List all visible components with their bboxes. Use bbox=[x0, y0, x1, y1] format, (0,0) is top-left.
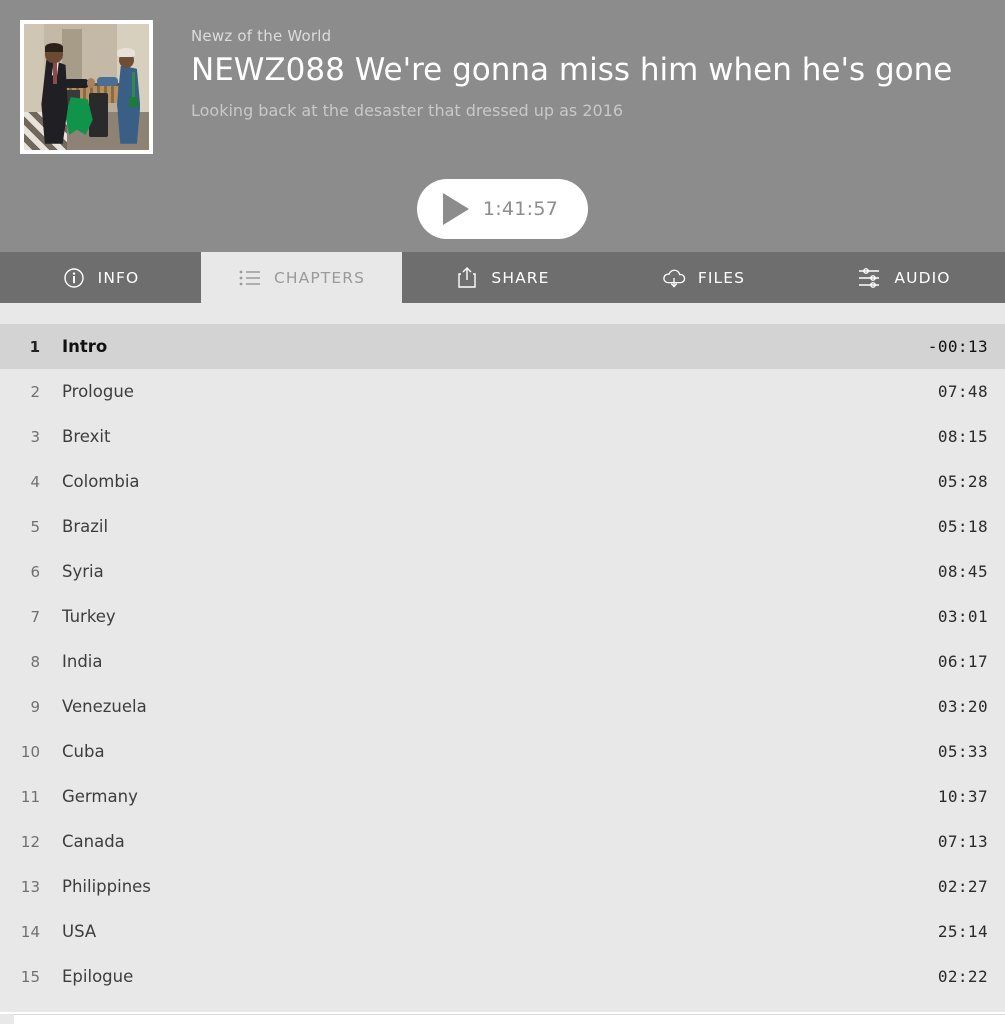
table-row[interactable]: 2 Prologue 07:48 bbox=[0, 369, 1005, 414]
chapter-title: Prologue bbox=[62, 382, 134, 401]
chapter-time: 05:33 bbox=[937, 742, 988, 761]
share-upload-icon bbox=[455, 266, 479, 290]
tab-info-label: INFO bbox=[97, 268, 140, 287]
chapter-time: 06:17 bbox=[937, 652, 988, 671]
info-circle-icon bbox=[62, 266, 86, 290]
chapter-title: Cuba bbox=[62, 742, 105, 761]
table-row[interactable]: 5 Brazil 05:18 bbox=[0, 504, 1005, 549]
tab-bar: INFO CHAPTERS SHARE FILES AUDIO bbox=[0, 252, 1005, 303]
chapter-time: -00:13 bbox=[927, 337, 988, 356]
play-button-container: 1:41:57 bbox=[0, 179, 1005, 239]
chapter-title: USA bbox=[62, 922, 97, 941]
chapter-number: 12 bbox=[20, 832, 40, 851]
chapter-number: 8 bbox=[30, 652, 40, 671]
table-row[interactable]: 14 USA 25:14 bbox=[0, 909, 1005, 954]
next-section-partial bbox=[14, 1014, 1005, 1024]
play-icon bbox=[442, 193, 469, 225]
episode-header: Newz of the World NEWZ088 We're gonna mi… bbox=[0, 0, 1005, 252]
chapter-number: 14 bbox=[20, 922, 40, 941]
chapter-list: 1 Intro -00:13 2 Prologue 07:48 3 Brexit… bbox=[0, 303, 1005, 999]
table-row[interactable]: 15 Epilogue 02:22 bbox=[0, 954, 1005, 999]
tab-chapters[interactable]: CHAPTERS bbox=[201, 252, 402, 303]
chapter-title: Colombia bbox=[62, 472, 140, 491]
list-bottom-padding bbox=[0, 999, 1005, 1012]
table-row[interactable]: 9 Venezuela 03:20 bbox=[0, 684, 1005, 729]
tab-files-label: FILES bbox=[697, 268, 746, 287]
chapter-title: Epilogue bbox=[62, 967, 134, 986]
chapter-time: 03:20 bbox=[937, 697, 988, 716]
chapter-number: 5 bbox=[30, 517, 40, 536]
table-row[interactable]: 1 Intro -00:13 bbox=[0, 324, 1005, 369]
tab-audio-label: AUDIO bbox=[894, 268, 951, 287]
cloud-download-icon bbox=[662, 266, 686, 290]
chapter-number: 11 bbox=[20, 787, 40, 806]
artwork-image bbox=[24, 24, 149, 150]
table-row[interactable]: 3 Brexit 08:15 bbox=[0, 414, 1005, 459]
chapter-time: 10:37 bbox=[937, 787, 988, 806]
episode-meta: Newz of the World NEWZ088 We're gonna mi… bbox=[153, 20, 952, 122]
sliders-icon bbox=[858, 266, 882, 290]
chapter-title: Turkey bbox=[62, 607, 116, 626]
table-row[interactable]: 10 Cuba 05:33 bbox=[0, 729, 1005, 774]
table-row[interactable]: 4 Colombia 05:28 bbox=[0, 459, 1005, 504]
chapter-number: 4 bbox=[30, 472, 40, 491]
chapter-number: 3 bbox=[30, 427, 40, 446]
episode-duration: 1:41:57 bbox=[482, 198, 559, 220]
chapter-title: Germany bbox=[62, 787, 138, 806]
chapter-time: 25:14 bbox=[937, 922, 988, 941]
chapter-number: 10 bbox=[20, 742, 40, 761]
episode-subtitle: Looking back at the desaster that dresse… bbox=[191, 101, 624, 120]
chapter-title: India bbox=[62, 652, 103, 671]
chapter-time: 02:27 bbox=[937, 877, 988, 896]
chapter-number: 15 bbox=[20, 967, 40, 986]
chapter-number: 2 bbox=[30, 382, 40, 401]
tab-info[interactable]: INFO bbox=[0, 252, 201, 303]
chapter-title: Philippines bbox=[62, 877, 151, 896]
tab-files[interactable]: FILES bbox=[603, 252, 804, 303]
tab-share[interactable]: SHARE bbox=[402, 252, 603, 303]
chapter-title: Canada bbox=[62, 832, 125, 851]
table-row[interactable]: 6 Syria 08:45 bbox=[0, 549, 1005, 594]
chapter-number: 7 bbox=[30, 607, 40, 626]
tab-audio[interactable]: AUDIO bbox=[804, 252, 1005, 303]
table-row[interactable]: 12 Canada 07:13 bbox=[0, 819, 1005, 864]
chapter-time: 07:13 bbox=[937, 832, 988, 851]
table-row[interactable]: 8 India 06:17 bbox=[0, 639, 1005, 684]
chapter-time: 05:28 bbox=[937, 472, 988, 491]
play-button[interactable]: 1:41:57 bbox=[416, 179, 589, 239]
chapter-title: Intro bbox=[62, 337, 108, 356]
chapter-time: 03:01 bbox=[937, 607, 988, 626]
chapter-number: 13 bbox=[20, 877, 40, 896]
tab-chapters-label: CHAPTERS bbox=[273, 268, 366, 287]
chapter-time: 05:18 bbox=[937, 517, 988, 536]
chapter-number: 1 bbox=[29, 337, 40, 356]
chapter-time: 08:45 bbox=[937, 562, 988, 581]
chapter-title: Brexit bbox=[62, 427, 111, 446]
chapter-number: 9 bbox=[30, 697, 40, 716]
table-row[interactable]: 7 Turkey 03:01 bbox=[0, 594, 1005, 639]
chapter-time: 02:22 bbox=[937, 967, 988, 986]
list-icon bbox=[238, 266, 262, 290]
tab-share-label: SHARE bbox=[491, 268, 550, 287]
chapter-number: 6 bbox=[30, 562, 40, 581]
table-row[interactable]: 13 Philippines 02:27 bbox=[0, 864, 1005, 909]
chapter-time: 07:48 bbox=[937, 382, 988, 401]
table-row[interactable]: 11 Germany 10:37 bbox=[0, 774, 1005, 819]
chapter-title: Brazil bbox=[62, 517, 109, 536]
header-top-row: Newz of the World NEWZ088 We're gonna mi… bbox=[20, 20, 985, 154]
chapter-title: Syria bbox=[62, 562, 104, 581]
episode-title: NEWZ088 We're gonna miss him when he's g… bbox=[191, 52, 953, 88]
chapter-title: Venezuela bbox=[62, 697, 147, 716]
episode-artwork bbox=[20, 20, 153, 154]
chapter-time: 08:15 bbox=[937, 427, 988, 446]
show-name: Newz of the World bbox=[191, 27, 332, 45]
